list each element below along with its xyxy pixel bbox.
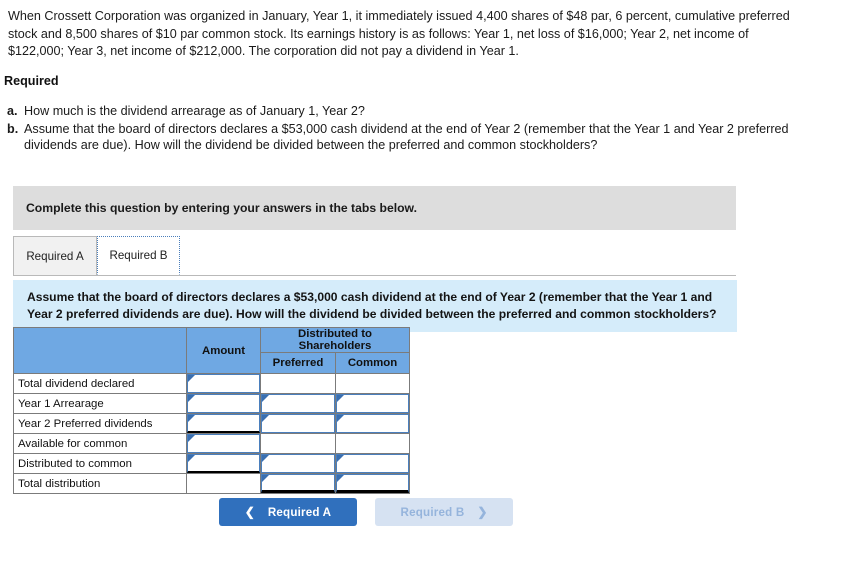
- cell-year-2-preferred-dividends-common[interactable]: [335, 413, 410, 434]
- header-distributed-to-shareholders: Distributed to Shareholders: [260, 327, 410, 353]
- header-corner: [13, 327, 187, 374]
- required-item-b-marker: b.: [7, 121, 19, 136]
- cell-available-for-common-common: [335, 433, 410, 454]
- input-distributed-to-common-common[interactable]: [336, 454, 409, 473]
- row-label-total-dividend-declared: Total dividend declared: [13, 373, 187, 394]
- next-required-b-button: Required B ❯: [375, 498, 513, 526]
- table-row: Year 1 Arrearage: [13, 393, 410, 414]
- chevron-right-icon: ❯: [477, 505, 488, 519]
- row-label-distributed-to-common: Distributed to common: [13, 453, 187, 474]
- cell-total-dividend-declared-amount[interactable]: [186, 373, 261, 394]
- row-label-available-for-common: Available for common: [13, 433, 187, 454]
- input-year-2-preferred-dividends-common[interactable]: [336, 414, 409, 433]
- cell-year-2-preferred-dividends-amount[interactable]: [186, 413, 261, 434]
- question-info-bar: Assume that the board of directors decla…: [13, 280, 737, 332]
- prev-required-a-label: Required A: [267, 505, 332, 519]
- required-heading: Required: [4, 74, 59, 88]
- input-year-2-preferred-dividends-preferred[interactable]: [261, 414, 335, 433]
- table-row: Distributed to common: [13, 453, 410, 474]
- required-item-b: b. Assume that the board of directors de…: [4, 121, 814, 154]
- required-item-a-text: How much is the dividend arrearage as of…: [24, 104, 365, 118]
- tab-navigation: ❮ Required A Required B ❯: [219, 498, 513, 526]
- table-header: Amount Distributed to Shareholders Prefe…: [13, 327, 410, 374]
- required-item-a-marker: a.: [7, 104, 18, 118]
- required-item-a: a. How much is the dividend arrearage as…: [4, 103, 814, 120]
- tab-required-b[interactable]: Required B: [97, 236, 180, 275]
- input-total-distribution-amount: [187, 474, 260, 493]
- input-total-dividend-declared-preferred: [261, 374, 335, 393]
- input-total-dividend-declared-amount[interactable]: [187, 374, 260, 393]
- tab-required-b-label: Required B: [109, 249, 168, 262]
- cell-total-dividend-declared-preferred: [260, 373, 336, 394]
- input-year-2-preferred-dividends-amount[interactable]: [187, 414, 260, 433]
- tabstrip: Required A Required B: [13, 236, 736, 276]
- tab-required-a[interactable]: Required A: [13, 236, 97, 275]
- cell-year-1-arrearage-preferred[interactable]: [260, 393, 336, 414]
- header-common: Common: [335, 352, 410, 374]
- table-row: Total dividend declared: [13, 373, 410, 394]
- question-page: When Crossett Corporation was organized …: [0, 0, 858, 564]
- cell-year-1-arrearage-amount[interactable]: [186, 393, 261, 414]
- prev-required-a-button[interactable]: ❮ Required A: [219, 498, 357, 526]
- cell-available-for-common-preferred: [260, 433, 336, 454]
- input-available-for-common-preferred: [261, 434, 335, 453]
- table-row: Total distribution: [13, 473, 410, 494]
- header-preferred: Preferred: [260, 352, 336, 374]
- cell-available-for-common-amount[interactable]: [186, 433, 261, 454]
- chevron-left-icon: ❮: [244, 505, 255, 519]
- instruction-banner: Complete this question by entering your …: [13, 186, 736, 230]
- dividend-distribution-table: Amount Distributed to Shareholders Prefe…: [13, 327, 410, 494]
- header-amount: Amount: [186, 327, 261, 374]
- tab-required-a-label: Required A: [26, 249, 84, 263]
- cell-total-distribution-preferred[interactable]: [260, 473, 336, 494]
- cell-total-dividend-declared-common: [335, 373, 410, 394]
- input-total-distribution-common[interactable]: [336, 474, 409, 493]
- input-total-distribution-preferred[interactable]: [261, 474, 335, 493]
- row-label-year-1-arrearage: Year 1 Arrearage: [13, 393, 187, 414]
- required-item-b-text: Assume that the board of directors decla…: [24, 121, 789, 153]
- cell-distributed-to-common-preferred[interactable]: [260, 453, 336, 474]
- input-available-for-common-amount[interactable]: [187, 434, 260, 453]
- input-total-dividend-declared-common: [336, 374, 409, 393]
- cell-year-1-arrearage-common[interactable]: [335, 393, 410, 414]
- problem-statement: When Crossett Corporation was organized …: [8, 9, 790, 58]
- instruction-banner-text: Complete this question by entering your …: [26, 201, 417, 215]
- cell-total-distribution-common[interactable]: [335, 473, 410, 494]
- table-row: Year 2 Preferred dividends: [13, 413, 410, 434]
- cell-total-distribution-amount: [186, 473, 261, 494]
- row-label-year-2-preferred-dividends: Year 2 Preferred dividends: [13, 413, 187, 434]
- cell-distributed-to-common-amount[interactable]: [186, 453, 261, 474]
- row-label-total-distribution: Total distribution: [13, 473, 187, 494]
- input-distributed-to-common-amount[interactable]: [187, 454, 260, 473]
- cell-year-2-preferred-dividends-preferred[interactable]: [260, 413, 336, 434]
- table-body: Total dividend declared Year 1 Arrearage: [13, 373, 410, 494]
- input-available-for-common-common: [336, 434, 409, 453]
- input-year-1-arrearage-preferred[interactable]: [261, 394, 335, 413]
- input-year-1-arrearage-common[interactable]: [336, 394, 409, 413]
- next-required-b-label: Required B: [400, 505, 465, 519]
- table-header-row-group: Amount Distributed to Shareholders: [13, 327, 410, 374]
- required-list: a. How much is the dividend arrearage as…: [4, 103, 814, 155]
- table-row: Available for common: [13, 433, 410, 454]
- cell-distributed-to-common-common[interactable]: [335, 453, 410, 474]
- input-year-1-arrearage-amount[interactable]: [187, 394, 260, 413]
- input-distributed-to-common-preferred[interactable]: [261, 454, 335, 473]
